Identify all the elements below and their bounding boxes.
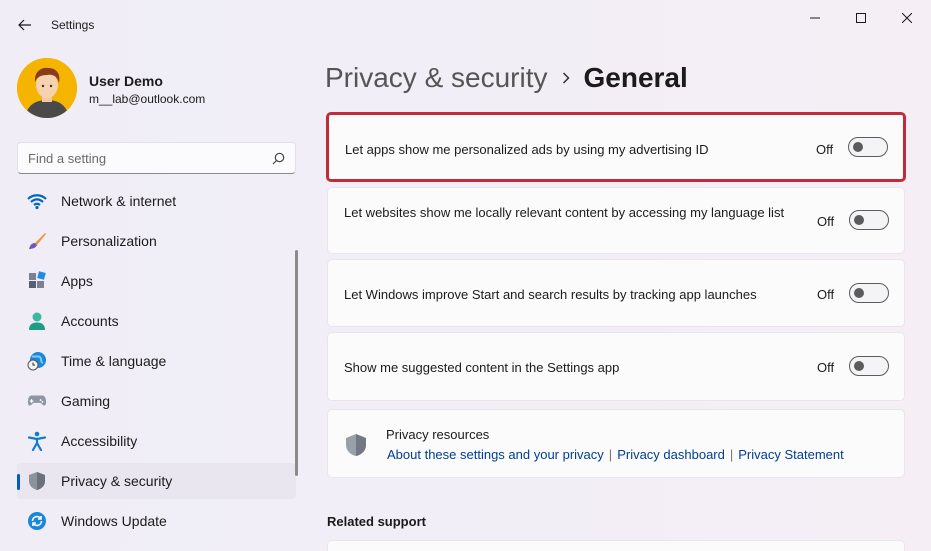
toggle-state: Off	[817, 214, 835, 229]
toggle-state: Off	[816, 142, 834, 157]
sidebar-item-label: Network & internet	[61, 193, 177, 209]
close-button[interactable]	[889, 6, 925, 30]
sidebar-item-label: Gaming	[61, 393, 111, 409]
apps-icon	[27, 271, 47, 291]
search-input[interactable]	[28, 150, 272, 166]
brush-icon	[27, 231, 47, 251]
toggle-state: Off	[817, 287, 835, 302]
privacy-statement-link[interactable]: Privacy Statement	[738, 447, 844, 462]
minimize-icon	[810, 17, 820, 19]
setting-label: Let Windows improve Start and search res…	[344, 287, 757, 302]
setting-label: Show me suggested content in the Setting…	[344, 360, 620, 375]
sidebar-item-label: Windows Update	[61, 513, 167, 529]
setting-card-advertising-id: Let apps show me personalized ads by usi…	[326, 112, 906, 182]
shield-icon	[345, 433, 367, 462]
maximize-icon	[856, 13, 866, 23]
toggle-knob	[854, 361, 864, 371]
sidebar-item-windows-update[interactable]: Windows Update	[17, 503, 296, 539]
sidebar-item-personalization[interactable]: Personalization	[17, 223, 296, 259]
globe-clock-icon	[27, 351, 47, 371]
toggle-knob	[854, 215, 864, 225]
setting-label: Let apps show me personalized ads by usi…	[345, 142, 709, 157]
related-support-heading: Related support	[327, 514, 426, 529]
sidebar-item-privacy-security[interactable]: Privacy & security	[17, 463, 296, 499]
breadcrumb-parent[interactable]: Privacy & security	[325, 62, 548, 94]
advertising-id-toggle[interactable]	[848, 137, 888, 157]
back-button[interactable]	[14, 14, 36, 36]
user-avatar-icon	[17, 58, 77, 118]
minimize-button[interactable]	[797, 6, 833, 30]
privacy-dashboard-link[interactable]: Privacy dashboard	[617, 447, 725, 462]
sidebar-item-apps[interactable]: Apps	[17, 263, 296, 299]
link-separator: |	[608, 447, 613, 462]
sidebar: User Demo m__lab@outlook.com Network & i…	[0, 48, 312, 551]
sidebar-item-network[interactable]: Network & internet	[17, 183, 296, 219]
close-icon	[902, 13, 912, 23]
sidebar-item-label: Apps	[61, 273, 93, 289]
toggle-knob	[853, 142, 863, 152]
gamepad-icon	[27, 391, 47, 411]
maximize-button[interactable]	[843, 6, 879, 30]
page-title: General	[583, 62, 688, 93]
breadcrumb: Privacy & security General	[325, 58, 688, 98]
sidebar-item-time-language[interactable]: Time & language	[17, 343, 296, 379]
privacy-resources-card: Privacy resources About these settings a…	[327, 409, 905, 478]
toggle-state: Off	[817, 360, 835, 375]
sidebar-item-label: Personalization	[61, 233, 157, 249]
sidebar-item-accounts[interactable]: Accounts	[17, 303, 296, 339]
title-bar: Settings	[0, 0, 931, 48]
search-icon	[272, 152, 285, 164]
chevron-right-icon	[562, 72, 570, 84]
person-icon	[27, 311, 47, 331]
sidebar-item-accessibility[interactable]: Accessibility	[17, 423, 296, 459]
related-support-card	[327, 540, 905, 551]
privacy-resources-title: Privacy resources	[386, 427, 490, 442]
shield-icon	[27, 471, 47, 491]
sidebar-item-label: Accessibility	[61, 433, 138, 449]
setting-card-app-launches: Let Windows improve Start and search res…	[327, 259, 905, 327]
sidebar-scrollbar[interactable]	[295, 250, 298, 476]
setting-card-language-list: Let websites show me locally relevant co…	[327, 187, 905, 254]
privacy-resources-links: About these settings and your privacy | …	[387, 447, 844, 462]
user-email: m__lab@outlook.com	[89, 92, 206, 106]
sidebar-item-label: Privacy & security	[61, 473, 173, 489]
user-name: User Demo	[89, 73, 163, 89]
active-indicator	[17, 474, 20, 490]
setting-label: Let websites show me locally relevant co…	[344, 205, 785, 220]
search-box[interactable]	[17, 142, 296, 174]
app-launches-toggle[interactable]	[849, 283, 889, 303]
back-arrow-icon	[18, 19, 31, 31]
about-privacy-link[interactable]: About these settings and your privacy	[387, 447, 604, 462]
wifi-icon	[27, 191, 47, 211]
suggested-content-toggle[interactable]	[849, 356, 889, 376]
setting-card-suggested-content: Show me suggested content in the Setting…	[327, 332, 905, 401]
accessibility-icon	[27, 431, 47, 451]
avatar[interactable]	[17, 58, 77, 118]
language-list-toggle[interactable]	[849, 210, 889, 230]
link-separator: |	[729, 447, 734, 462]
sidebar-item-label: Accounts	[61, 313, 119, 329]
sidebar-item-label: Time & language	[61, 353, 167, 369]
app-title: Settings	[51, 18, 95, 32]
sidebar-item-gaming[interactable]: Gaming	[17, 383, 296, 419]
nav-list: Network & internet Personalization Apps …	[17, 183, 296, 543]
update-icon	[27, 511, 47, 531]
toggle-knob	[854, 288, 864, 298]
